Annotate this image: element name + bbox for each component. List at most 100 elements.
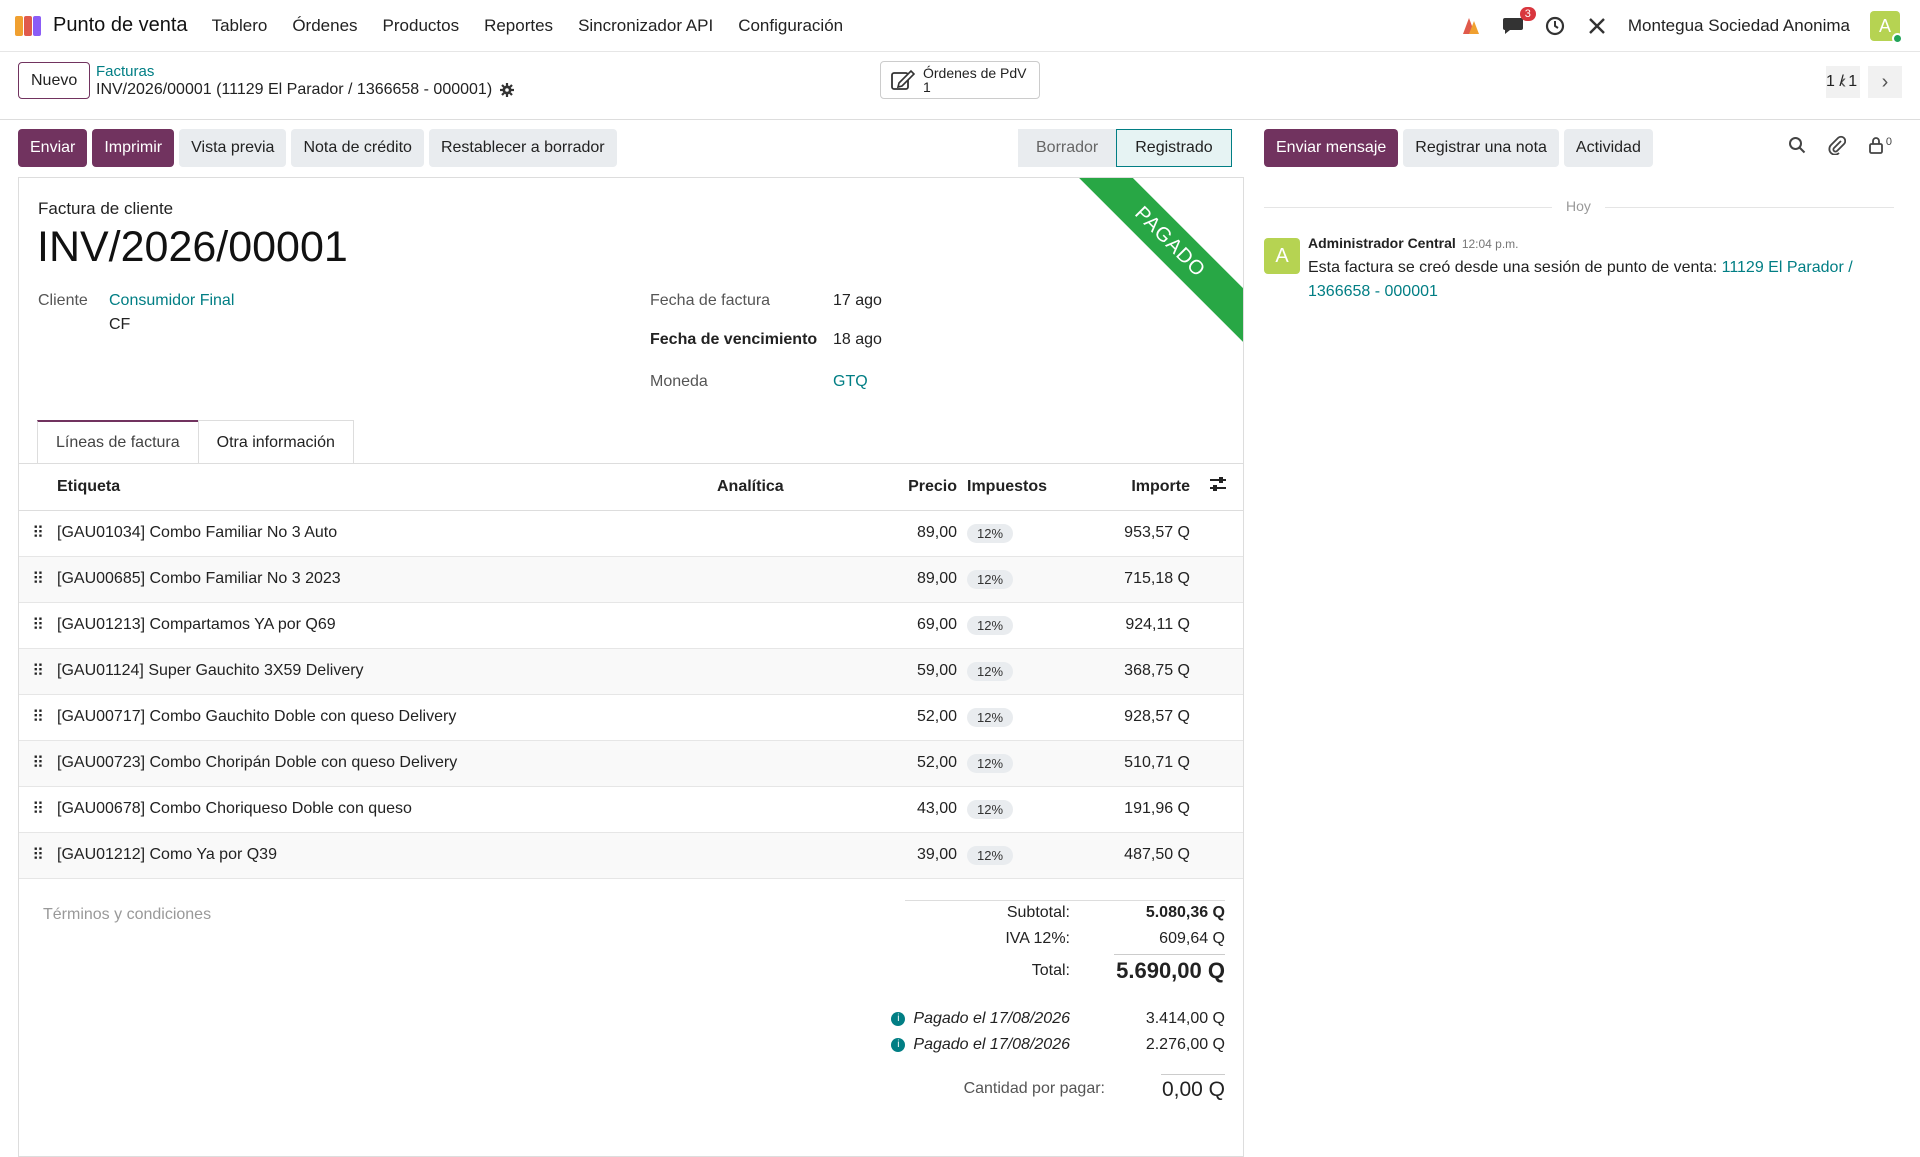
line-price[interactable]: 89,00 [902,510,957,557]
status-posted[interactable]: Registrado [1116,129,1232,167]
column-amount[interactable]: Importe [1087,464,1190,511]
line-analytic[interactable] [717,832,902,879]
column-analytic[interactable]: Analítica [717,464,902,511]
activity-button[interactable]: Actividad [1563,129,1653,167]
pager-next-button[interactable]: › [1868,66,1902,98]
menu-ordenes[interactable]: Órdenes [292,16,357,36]
message-author-avatar[interactable]: A [1264,238,1300,274]
drag-handle-icon[interactable]: ⠿ [19,648,57,695]
send-message-button[interactable]: Enviar mensaje [1264,129,1399,167]
line-label[interactable]: [GAU01213] Compartamos YA por Q69 [57,602,717,649]
ai-icon[interactable] [1460,15,1482,37]
gear-icon[interactable] [500,83,515,97]
drag-handle-icon[interactable]: ⠿ [19,786,57,833]
preview-button[interactable]: Vista previa [179,129,287,167]
line-taxes[interactable]: 12% [957,832,1087,879]
line-label[interactable]: [GAU00685] Combo Familiar No 3 2023 [57,556,717,603]
print-button[interactable]: Imprimir [92,129,175,167]
clock-icon[interactable] [1544,15,1566,37]
line-analytic[interactable] [717,602,902,649]
drag-handle-icon[interactable]: ⠿ [19,740,57,787]
line-label[interactable]: [GAU00723] Combo Choripán Doble con ques… [57,740,717,787]
table-row[interactable]: ⠿ [GAU01034] Combo Familiar No 3 Auto 89,0… [19,510,1243,557]
payment-row[interactable]: i Pagado el 17/08/2026 3.414,00 Q [865,1010,1225,1032]
pos-orders-smart-button[interactable]: Órdenes de PdV 1 [880,61,1040,99]
table-row[interactable]: ⠿ [GAU00717] Combo Gauchito Doble con que… [19,694,1243,741]
line-price[interactable]: 89,00 [902,556,957,603]
line-price[interactable]: 69,00 [902,602,957,649]
line-label[interactable]: [GAU01034] Combo Familiar No 3 Auto [57,510,717,557]
user-avatar[interactable]: A [1870,11,1903,44]
table-row[interactable]: ⠿ [GAU01213] Compartamos YA por Q69 69,00 1… [19,602,1243,649]
line-label[interactable]: [GAU01124] Super Gauchito 3X59 Delivery [57,648,717,695]
drag-handle-icon[interactable]: ⠿ [19,602,57,649]
tools-icon[interactable] [1586,15,1608,37]
line-label[interactable]: [GAU01212] Como Ya por Q39 [57,832,717,879]
line-taxes[interactable]: 12% [957,648,1087,695]
table-row[interactable]: ⠿ [GAU00723] Combo Choripán Doble con que… [19,740,1243,787]
line-taxes[interactable]: 12% [957,740,1087,787]
followers-button[interactable]: 0 [1868,136,1892,154]
line-analytic[interactable] [717,556,902,603]
breadcrumb-facturas[interactable]: Facturas [96,63,154,80]
table-row[interactable]: ⠿ [GAU01212] Como Ya por Q39 39,00 12% 487,5… [19,832,1243,879]
drag-handle-icon[interactable]: ⠿ [19,510,57,557]
status-draft[interactable]: Borrador [1018,129,1117,167]
send-button[interactable]: Enviar [18,129,88,167]
table-row[interactable]: ⠿ [GAU01124] Super Gauchito 3X59 Delivery… [19,648,1243,695]
column-settings[interactable] [1190,464,1243,511]
messages-icon[interactable]: 3 [1502,7,1536,37]
line-price[interactable]: 59,00 [902,648,957,695]
line-analytic[interactable] [717,510,902,557]
column-price[interactable]: Precio [902,464,957,511]
pager-value[interactable]: 1 / 1 [1826,73,1857,91]
reset-to-draft-button[interactable]: Restablecer a borrador [428,129,617,167]
line-taxes[interactable]: 12% [957,786,1087,833]
menu-productos[interactable]: Productos [383,16,460,36]
column-taxes[interactable]: Impuestos [957,464,1087,511]
column-label[interactable]: Etiqueta [57,464,717,511]
terms-and-conditions-field[interactable]: Términos y condiciones [43,906,211,924]
app-name[interactable]: Punto de venta [53,14,188,37]
menu-reportes[interactable]: Reportes [484,16,553,36]
payment-row[interactable]: i Pagado el 17/08/2026 2.276,00 Q [865,1036,1225,1058]
tab-other-info[interactable]: Otra información [197,420,354,464]
drag-handle-icon[interactable]: ⠿ [19,832,57,879]
line-analytic[interactable] [717,694,902,741]
pos-app-icon[interactable] [15,14,45,38]
menu-configuracion[interactable]: Configuración [738,16,843,36]
menu-sincronizador-api[interactable]: Sincronizador API [578,16,713,36]
line-taxes[interactable]: 12% [957,556,1087,603]
line-price[interactable]: 43,00 [902,786,957,833]
line-taxes[interactable]: 12% [957,694,1087,741]
menu-tablero[interactable]: Tablero [212,16,268,36]
credit-note-button[interactable]: Nota de crédito [291,129,424,167]
line-taxes[interactable]: 12% [957,602,1087,649]
paperclip-icon[interactable] [1828,135,1846,155]
drag-handle-icon[interactable]: ⠿ [19,694,57,741]
due-date-value[interactable]: 18 ago [833,331,882,349]
table-row[interactable]: ⠿ [GAU00685] Combo Familiar No 3 2023 89,0… [19,556,1243,603]
company-switcher[interactable]: Montegua Sociedad Anonima [1628,16,1850,36]
message-author[interactable]: Administrador Central [1308,235,1456,251]
line-analytic[interactable] [717,740,902,787]
currency-link[interactable]: GTQ [833,373,868,391]
line-label[interactable]: [GAU00678] Combo Choriqueso Doble con qu… [57,786,717,833]
drag-handle-icon[interactable]: ⠿ [19,556,57,603]
info-icon[interactable]: i [891,1037,906,1052]
tab-invoice-lines[interactable]: Líneas de factura [37,420,199,464]
line-price[interactable]: 52,00 [902,740,957,787]
new-button[interactable]: Nuevo [18,62,91,99]
invoice-date-value[interactable]: 17 ago [833,292,882,310]
log-note-button[interactable]: Registrar una nota [1403,129,1559,167]
line-taxes[interactable]: 12% [957,510,1087,557]
line-analytic[interactable] [717,648,902,695]
search-icon[interactable] [1788,136,1806,154]
customer-link[interactable]: Consumidor Final [109,292,234,310]
line-price[interactable]: 39,00 [902,832,957,879]
line-price[interactable]: 52,00 [902,694,957,741]
table-row[interactable]: ⠿ [GAU00678] Combo Choriqueso Doble con q… [19,786,1243,833]
info-icon[interactable]: i [891,1011,906,1026]
line-analytic[interactable] [717,786,902,833]
line-label[interactable]: [GAU00717] Combo Gauchito Doble con ques… [57,694,717,741]
